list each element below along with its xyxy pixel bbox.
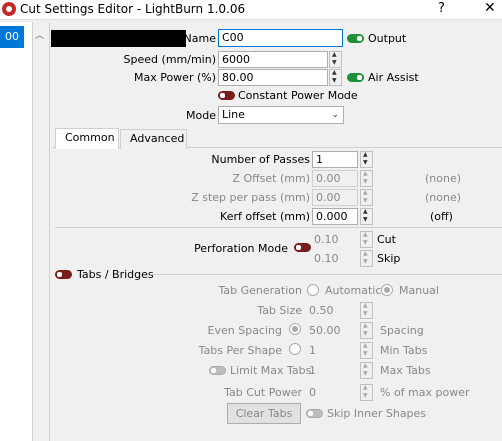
kerf-offset-spinner[interactable] [360, 208, 373, 225]
divider [150, 274, 502, 275]
max-tabs-label: Max Tabs [380, 364, 431, 377]
tabs-bridges-toggle[interactable] [55, 270, 72, 279]
layer-list-item-selected[interactable]: 00 [0, 26, 24, 48]
tab-size-value[interactable]: 0.50 [309, 304, 334, 317]
even-spacing-label: Even Spacing [207, 324, 282, 337]
z-offset-spinner[interactable] [360, 170, 373, 187]
constant-power-label: Constant Power Mode [238, 89, 358, 102]
perf-skip-value[interactable]: 0.10 [314, 252, 339, 265]
lightburn-logo-icon [2, 2, 16, 16]
even-spacing-spinner[interactable] [360, 322, 373, 339]
automatic-label: Automatic [325, 284, 382, 297]
perforation-toggle[interactable] [294, 243, 311, 252]
manual-label: Manual [399, 284, 439, 297]
max-power-input[interactable]: 80.00 [218, 69, 328, 86]
manual-radio[interactable] [381, 284, 393, 296]
max-power-spinner[interactable] [329, 69, 342, 86]
name-label: Name [183, 32, 216, 45]
layer-list [0, 22, 33, 441]
z-offset-note: (none) [425, 172, 462, 185]
spacing-label: Spacing [380, 324, 424, 337]
mode-select-value: Line [222, 108, 245, 121]
air-assist-label: Air Assist [368, 71, 419, 84]
tab-cut-power-value[interactable]: 0 [309, 386, 316, 399]
name-input[interactable]: C00 [218, 29, 343, 47]
automatic-radio[interactable] [307, 284, 319, 296]
limit-max-tabs-spinner[interactable] [360, 362, 373, 379]
chevron-down-icon: ⌄ [331, 110, 339, 120]
z-step-input[interactable]: 0.00 [312, 189, 358, 206]
help-button[interactable]: ? [438, 1, 445, 16]
tab-cut-power-spinner[interactable] [360, 384, 373, 401]
constant-power-toggle[interactable] [218, 91, 235, 100]
tabs-per-shape-label: Tabs Per Shape [198, 344, 282, 357]
kerf-offset-input[interactable]: 0.000 [312, 208, 358, 225]
tab-generation-label: Tab Generation [218, 284, 302, 297]
window-title: Cut Settings Editor - LightBurn 1.0.06 [20, 2, 246, 16]
tab-size-spinner[interactable] [360, 302, 373, 319]
passes-label: Number of Passes [211, 153, 310, 166]
clear-tabs-button[interactable]: Clear Tabs [227, 403, 301, 424]
kerf-offset-note: (off) [430, 210, 453, 223]
passes-spinner[interactable] [360, 151, 373, 168]
z-step-spinner[interactable] [360, 189, 373, 206]
perf-skip-spinner[interactable] [360, 250, 373, 267]
even-spacing-radio[interactable] [289, 323, 301, 335]
even-spacing-value[interactable]: 50.00 [309, 324, 341, 337]
layer-list-scrollbar[interactable] [33, 22, 50, 441]
limit-max-tabs-label: Limit Max Tabs [230, 364, 312, 377]
tab-cut-power-label: Tab Cut Power [224, 386, 302, 399]
z-step-note: (none) [425, 191, 462, 204]
perf-cut-value[interactable]: 0.10 [314, 233, 339, 246]
limit-max-tabs-value[interactable]: 1 [309, 364, 316, 377]
air-assist-toggle[interactable] [347, 73, 364, 82]
kerf-offset-label: Kerf offset (mm) [220, 210, 310, 223]
output-label: Output [368, 32, 407, 45]
tab-size-label: Tab Size [257, 304, 302, 317]
perf-skip-label: Skip [377, 252, 401, 265]
skip-inner-shapes-toggle[interactable] [306, 409, 323, 418]
mode-label: Mode [186, 109, 216, 122]
perf-cut-spinner[interactable] [360, 231, 373, 248]
divider [55, 227, 502, 228]
z-offset-label: Z Offset (mm) [232, 172, 310, 185]
speed-input[interactable]: 6000 [218, 51, 328, 68]
tabs-per-shape-spinner[interactable] [360, 342, 373, 359]
tab-advanced[interactable]: Advanced [120, 129, 187, 149]
max-power-label: Max Power (%) [133, 71, 216, 84]
perf-cut-label: Cut [377, 233, 396, 246]
z-offset-input[interactable]: 0.00 [312, 170, 358, 187]
scroll-up-icon[interactable]: ︿ [35, 28, 44, 41]
mode-select[interactable]: Line ⌄ [218, 106, 344, 124]
tab-cut-power-unit: % of max power [380, 386, 470, 399]
min-tabs-label: Min Tabs [380, 344, 428, 357]
speed-label: Speed (mm/min) [123, 53, 216, 66]
tabs-per-shape-value[interactable]: 1 [309, 344, 316, 357]
speed-spinner[interactable] [329, 51, 342, 68]
close-button[interactable]: ✕ [484, 0, 496, 16]
passes-input[interactable]: 1 [312, 151, 358, 168]
perforation-label: Perforation Mode [194, 242, 288, 255]
tab-common[interactable]: Common [55, 128, 119, 149]
limit-max-tabs-toggle[interactable] [209, 366, 226, 375]
tabs-bridges-label: Tabs / Bridges [77, 268, 154, 281]
skip-inner-shapes-label: Skip Inner Shapes [327, 407, 427, 420]
output-toggle[interactable] [347, 34, 364, 43]
z-step-label: Z step per pass (mm) [191, 191, 310, 204]
tabs-per-shape-radio[interactable] [289, 343, 301, 355]
